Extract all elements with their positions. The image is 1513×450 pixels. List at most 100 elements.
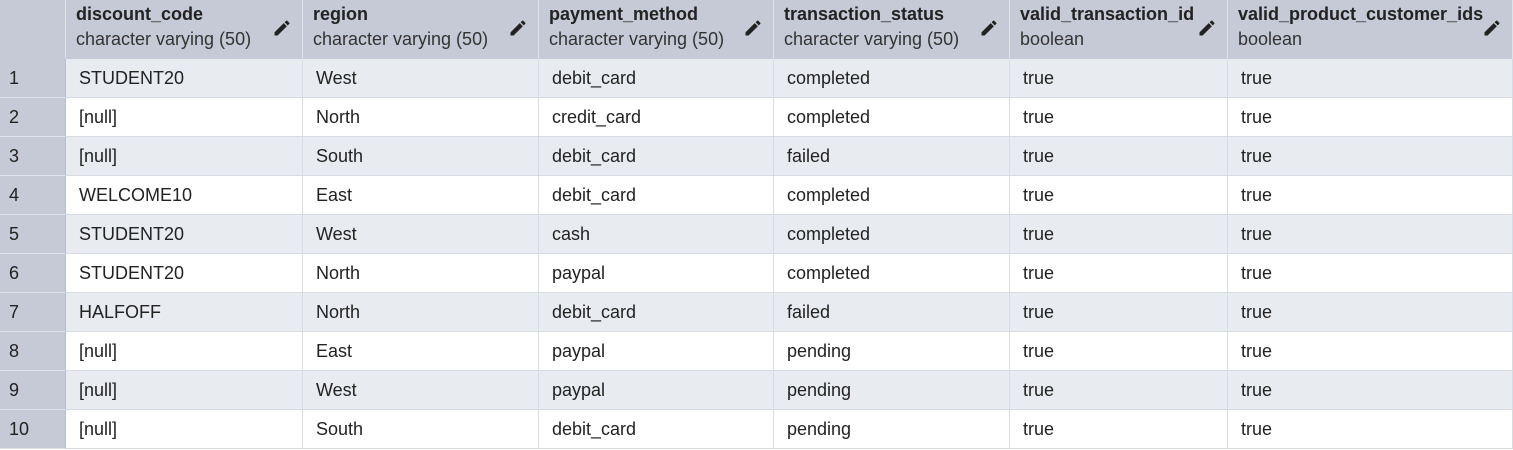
table-cell[interactable]: [null] xyxy=(66,410,303,449)
column-type: character varying (50) xyxy=(549,29,725,49)
table-cell[interactable]: debit_card xyxy=(539,59,774,98)
table-cell[interactable]: completed xyxy=(774,254,1010,293)
table-cell[interactable]: completed xyxy=(774,59,1010,98)
table-cell[interactable]: paypal xyxy=(539,332,774,371)
table-cell[interactable]: true xyxy=(1010,410,1228,449)
table-cell[interactable]: paypal xyxy=(539,254,774,293)
table-cell[interactable]: failed xyxy=(774,137,1010,176)
data-output-grid: discount_code character varying (50) reg… xyxy=(0,0,1513,450)
table-cell[interactable]: paypal xyxy=(539,371,774,410)
table-cell[interactable]: true xyxy=(1228,332,1513,371)
table-cell[interactable]: true xyxy=(1228,371,1513,410)
column-type: boolean xyxy=(1020,29,1085,49)
table-row[interactable]: 8 [null] East paypal pending true true xyxy=(0,332,1513,371)
table-cell[interactable]: [null] xyxy=(66,98,303,137)
table-cell[interactable]: North xyxy=(303,254,539,293)
table-cell[interactable]: debit_card xyxy=(539,410,774,449)
table-cell[interactable]: HALFOFF xyxy=(66,293,303,332)
column-header-valid-transaction-id[interactable]: valid_transaction_id boolean xyxy=(1010,0,1228,59)
table-cell[interactable]: true xyxy=(1010,371,1228,410)
table-cell[interactable]: debit_card xyxy=(539,293,774,332)
table-row[interactable]: 2 [null] North credit_card completed true true xyxy=(0,98,1513,137)
table-row[interactable]: 3 [null] South debit_card failed true true xyxy=(0,137,1513,176)
column-name: valid_product_customer_ids xyxy=(1238,4,1484,24)
pencil-icon[interactable] xyxy=(1197,18,1217,38)
row-number[interactable]: 4 xyxy=(0,176,66,215)
table-cell[interactable]: true xyxy=(1010,59,1228,98)
row-number[interactable]: 3 xyxy=(0,137,66,176)
table-cell[interactable]: failed xyxy=(774,293,1010,332)
table-cell[interactable]: North xyxy=(303,293,539,332)
table-cell[interactable]: WELCOME10 xyxy=(66,176,303,215)
table-cell[interactable]: true xyxy=(1228,176,1513,215)
table-cell[interactable]: West xyxy=(303,215,539,254)
column-header-valid-product-customer-ids[interactable]: valid_product_customer_ids boolean xyxy=(1228,0,1513,59)
table-cell[interactable]: West xyxy=(303,371,539,410)
row-number[interactable]: 10 xyxy=(0,410,66,449)
table-row[interactable]: 9 [null] West paypal pending true true xyxy=(0,371,1513,410)
table-row[interactable]: 4 WELCOME10 East debit_card completed true tru… xyxy=(0,176,1513,215)
table-cell[interactable]: true xyxy=(1228,410,1513,449)
column-header-payment-method[interactable]: payment_method character varying (50) xyxy=(539,0,774,59)
row-number[interactable]: 1 xyxy=(0,59,66,98)
table-cell[interactable]: completed xyxy=(774,176,1010,215)
table-cell[interactable]: East xyxy=(303,332,539,371)
table-row[interactable]: 5 STUDENT20 West cash completed true true xyxy=(0,215,1513,254)
column-header-region[interactable]: region character varying (50) xyxy=(303,0,539,59)
table-cell[interactable]: true xyxy=(1228,59,1513,98)
table-cell[interactable]: STUDENT20 xyxy=(66,215,303,254)
row-number[interactable]: 7 xyxy=(0,293,66,332)
table-cell[interactable]: true xyxy=(1228,215,1513,254)
table-cell[interactable]: STUDENT20 xyxy=(66,59,303,98)
table-row[interactable]: 10 [null] South debit_card pending true true xyxy=(0,410,1513,449)
column-name: valid_transaction_id xyxy=(1020,4,1195,24)
row-number[interactable]: 8 xyxy=(0,332,66,371)
table-row[interactable]: 6 STUDENT20 North paypal completed true true xyxy=(0,254,1513,293)
table-cell[interactable]: true xyxy=(1010,254,1228,293)
pencil-icon[interactable] xyxy=(979,18,999,38)
pencil-icon[interactable] xyxy=(1482,18,1502,38)
table-cell[interactable]: debit_card xyxy=(539,176,774,215)
table-cell[interactable]: pending xyxy=(774,410,1010,449)
column-type: character varying (50) xyxy=(76,29,252,49)
table-cell[interactable]: cash xyxy=(539,215,774,254)
table-cell[interactable]: West xyxy=(303,59,539,98)
row-number[interactable]: 5 xyxy=(0,215,66,254)
table-cell[interactable]: South xyxy=(303,410,539,449)
column-header-transaction-status[interactable]: transaction_status character varying (50… xyxy=(774,0,1010,59)
table-cell[interactable]: pending xyxy=(774,332,1010,371)
table-cell[interactable]: true xyxy=(1228,293,1513,332)
table-cell[interactable]: North xyxy=(303,98,539,137)
table-cell[interactable]: [null] xyxy=(66,332,303,371)
table-cell[interactable]: true xyxy=(1010,293,1228,332)
row-number-header[interactable] xyxy=(0,0,66,59)
table-cell[interactable]: completed xyxy=(774,98,1010,137)
table-cell[interactable]: true xyxy=(1010,215,1228,254)
table-cell[interactable]: true xyxy=(1010,98,1228,137)
table-cell[interactable]: [null] xyxy=(66,137,303,176)
column-header-discount-code[interactable]: discount_code character varying (50) xyxy=(66,0,303,59)
table-row[interactable]: 7 HALFOFF North debit_card failed true true xyxy=(0,293,1513,332)
table-cell[interactable]: true xyxy=(1010,332,1228,371)
pencil-icon[interactable] xyxy=(272,18,292,38)
table-cell[interactable]: true xyxy=(1228,137,1513,176)
table-cell[interactable]: true xyxy=(1010,176,1228,215)
table-cell[interactable]: East xyxy=(303,176,539,215)
pencil-icon[interactable] xyxy=(508,18,528,38)
table-cell[interactable]: South xyxy=(303,137,539,176)
table-cell[interactable]: true xyxy=(1010,137,1228,176)
column-type: boolean xyxy=(1238,29,1303,49)
table-cell[interactable]: completed xyxy=(774,215,1010,254)
row-number[interactable]: 9 xyxy=(0,371,66,410)
table-cell[interactable]: debit_card xyxy=(539,137,774,176)
row-number[interactable]: 2 xyxy=(0,98,66,137)
row-number[interactable]: 6 xyxy=(0,254,66,293)
table-cell[interactable]: true xyxy=(1228,98,1513,137)
table-row[interactable]: 1 STUDENT20 West debit_card completed true tru… xyxy=(0,59,1513,98)
table-cell[interactable]: STUDENT20 xyxy=(66,254,303,293)
table-cell[interactable]: [null] xyxy=(66,371,303,410)
table-cell[interactable]: true xyxy=(1228,254,1513,293)
pencil-icon[interactable] xyxy=(743,18,763,38)
table-cell[interactable]: credit_card xyxy=(539,98,774,137)
table-cell[interactable]: pending xyxy=(774,371,1010,410)
